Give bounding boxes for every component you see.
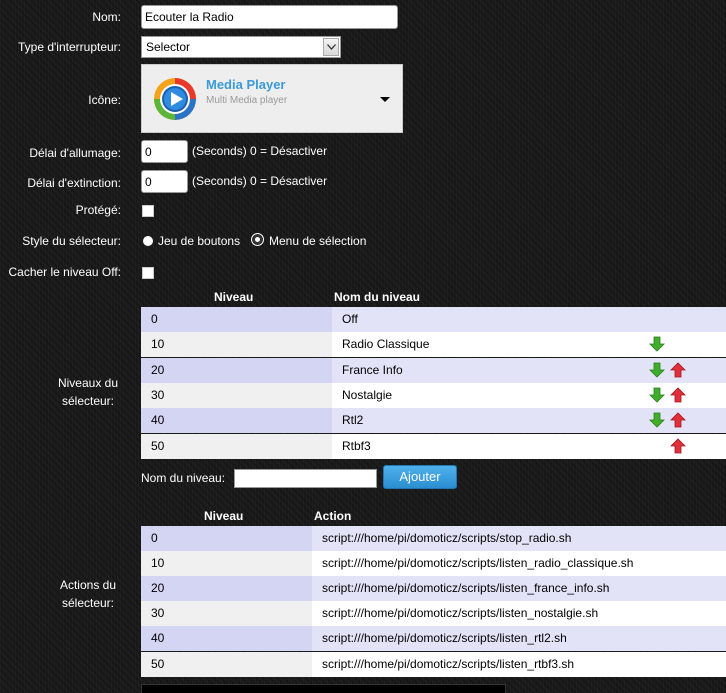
level-name: Rtl2 [342,413,364,428]
hide-off-checkbox[interactable] [142,267,154,279]
actions-row[interactable]: 40 script:///home/pi/domoticz/scripts/lis… [141,626,726,652]
level-name: Rtbf3 [342,438,371,453]
action-level: 10 [141,551,312,577]
on-delay-hint: (Seconds) 0 = Désactiver [192,144,328,158]
style-buttons-label: Jeu de boutons [158,234,241,248]
on-delay-input[interactable] [141,140,188,163]
actions-row[interactable]: 10 script:///home/pi/domoticz/scripts/lis… [141,551,726,577]
action-script[interactable]: script:///home/pi/domoticz/scripts/liste… [312,576,609,601]
move-down-icon[interactable] [649,412,665,431]
level-value: 50 [141,433,332,459]
action-level: 40 [141,626,312,652]
actions-table: 0 script:///home/pi/domoticz/scripts/stop… [141,526,726,678]
action-script[interactable]: script:///home/pi/domoticz/scripts/liste… [312,626,567,651]
new-level-label: Nom du niveau: [141,471,226,485]
actions-row[interactable]: 0 script:///home/pi/domoticz/scripts/stop… [141,526,726,551]
style-menu-label: Menu de sélection [269,234,367,248]
move-up-icon[interactable] [670,362,686,381]
levels-row[interactable]: 10 Radio Classique [141,332,726,358]
levels-header-level: Niveau [214,290,254,304]
name-input[interactable] [141,5,398,29]
level-value: 0 [141,307,332,332]
action-level: 20 [141,576,312,602]
media-player-icon [154,78,196,120]
style-menu-radio[interactable] [252,234,263,245]
levels-table: 0 Off 10 Radio Classique 20 France Info 30 Nost… [141,307,726,459]
style-buttons-radio[interactable] [143,236,153,246]
action-script[interactable]: script:///home/pi/domoticz/scripts/liste… [312,652,574,677]
switch-type-select[interactable]: Selector [141,36,341,58]
icon-title: Media Player [206,77,286,92]
off-delay-input[interactable] [141,170,188,193]
protected-label: Protégé: [75,203,121,217]
levels-label: Niveaux du sélecteur: [57,376,119,408]
new-level-input[interactable] [234,469,377,488]
level-value: 30 [141,382,332,408]
name-label: Nom: [92,10,121,24]
off-delay-hint: (Seconds) 0 = Désactiver [192,174,328,188]
actions-row[interactable]: 50 script:///home/pi/domoticz/scripts/lis… [141,651,726,677]
add-level-button[interactable]: Ajouter [383,465,457,489]
caret-down-icon [380,97,390,102]
chevron-down-icon [323,38,339,56]
move-down-icon[interactable] [649,336,665,355]
hide-off-label: Cacher le niveau Off: [8,265,121,279]
action-level: 50 [141,651,312,677]
on-delay-label: Délai d'allumage: [29,146,121,160]
actions-row[interactable]: 20 script:///home/pi/domoticz/scripts/lis… [141,576,726,602]
levels-header-name: Nom du niveau [334,290,421,304]
actions-header-action: Action [314,509,352,523]
move-up-icon[interactable] [670,387,686,406]
levels-row[interactable]: 40 Rtl2 [141,408,726,434]
action-script[interactable]: script:///home/pi/domoticz/scripts/liste… [312,601,598,626]
move-down-icon[interactable] [649,362,665,381]
level-name: Off [342,312,358,326]
move-up-icon[interactable] [670,412,686,431]
action-script[interactable]: script:///home/pi/domoticz/scripts/stop_… [312,526,571,551]
levels-row[interactable]: 50 Rtbf3 [141,433,726,459]
icon-picker[interactable]: Media Player Multi Media player [141,64,403,133]
icon-label: Icône: [88,93,121,107]
protected-checkbox[interactable] [142,205,154,217]
off-delay-label: Délai d'extinction: [27,176,121,190]
level-value: 40 [141,408,332,434]
switch-type-value: Selector [146,40,191,54]
action-level: 0 [141,526,312,551]
actions-row[interactable]: 30 script:///home/pi/domoticz/scripts/lis… [141,601,726,627]
move-up-icon[interactable] [670,437,686,457]
level-value: 20 [141,357,332,383]
action-script[interactable]: script:///home/pi/domoticz/scripts/liste… [312,551,633,576]
actions-header-level: Niveau [204,509,244,523]
level-name: France Info [342,362,403,377]
level-name: Radio Classique [342,337,430,352]
move-down-icon[interactable] [649,387,665,406]
icon-subtitle: Multi Media player [206,95,288,106]
selector-style-label: Style du sélecteur: [22,234,121,248]
level-name: Nostalgie [342,387,393,402]
levels-row[interactable]: 30 Nostalgie [141,382,726,408]
switch-type-label: Type d'interrupteur: [17,40,121,54]
levels-row[interactable]: 20 France Info [141,357,726,383]
level-value: 10 [141,332,332,358]
action-level: 30 [141,601,312,627]
levels-row[interactable]: 0 Off [141,307,726,332]
actions-label: Actions du sélecteur: [59,578,117,610]
